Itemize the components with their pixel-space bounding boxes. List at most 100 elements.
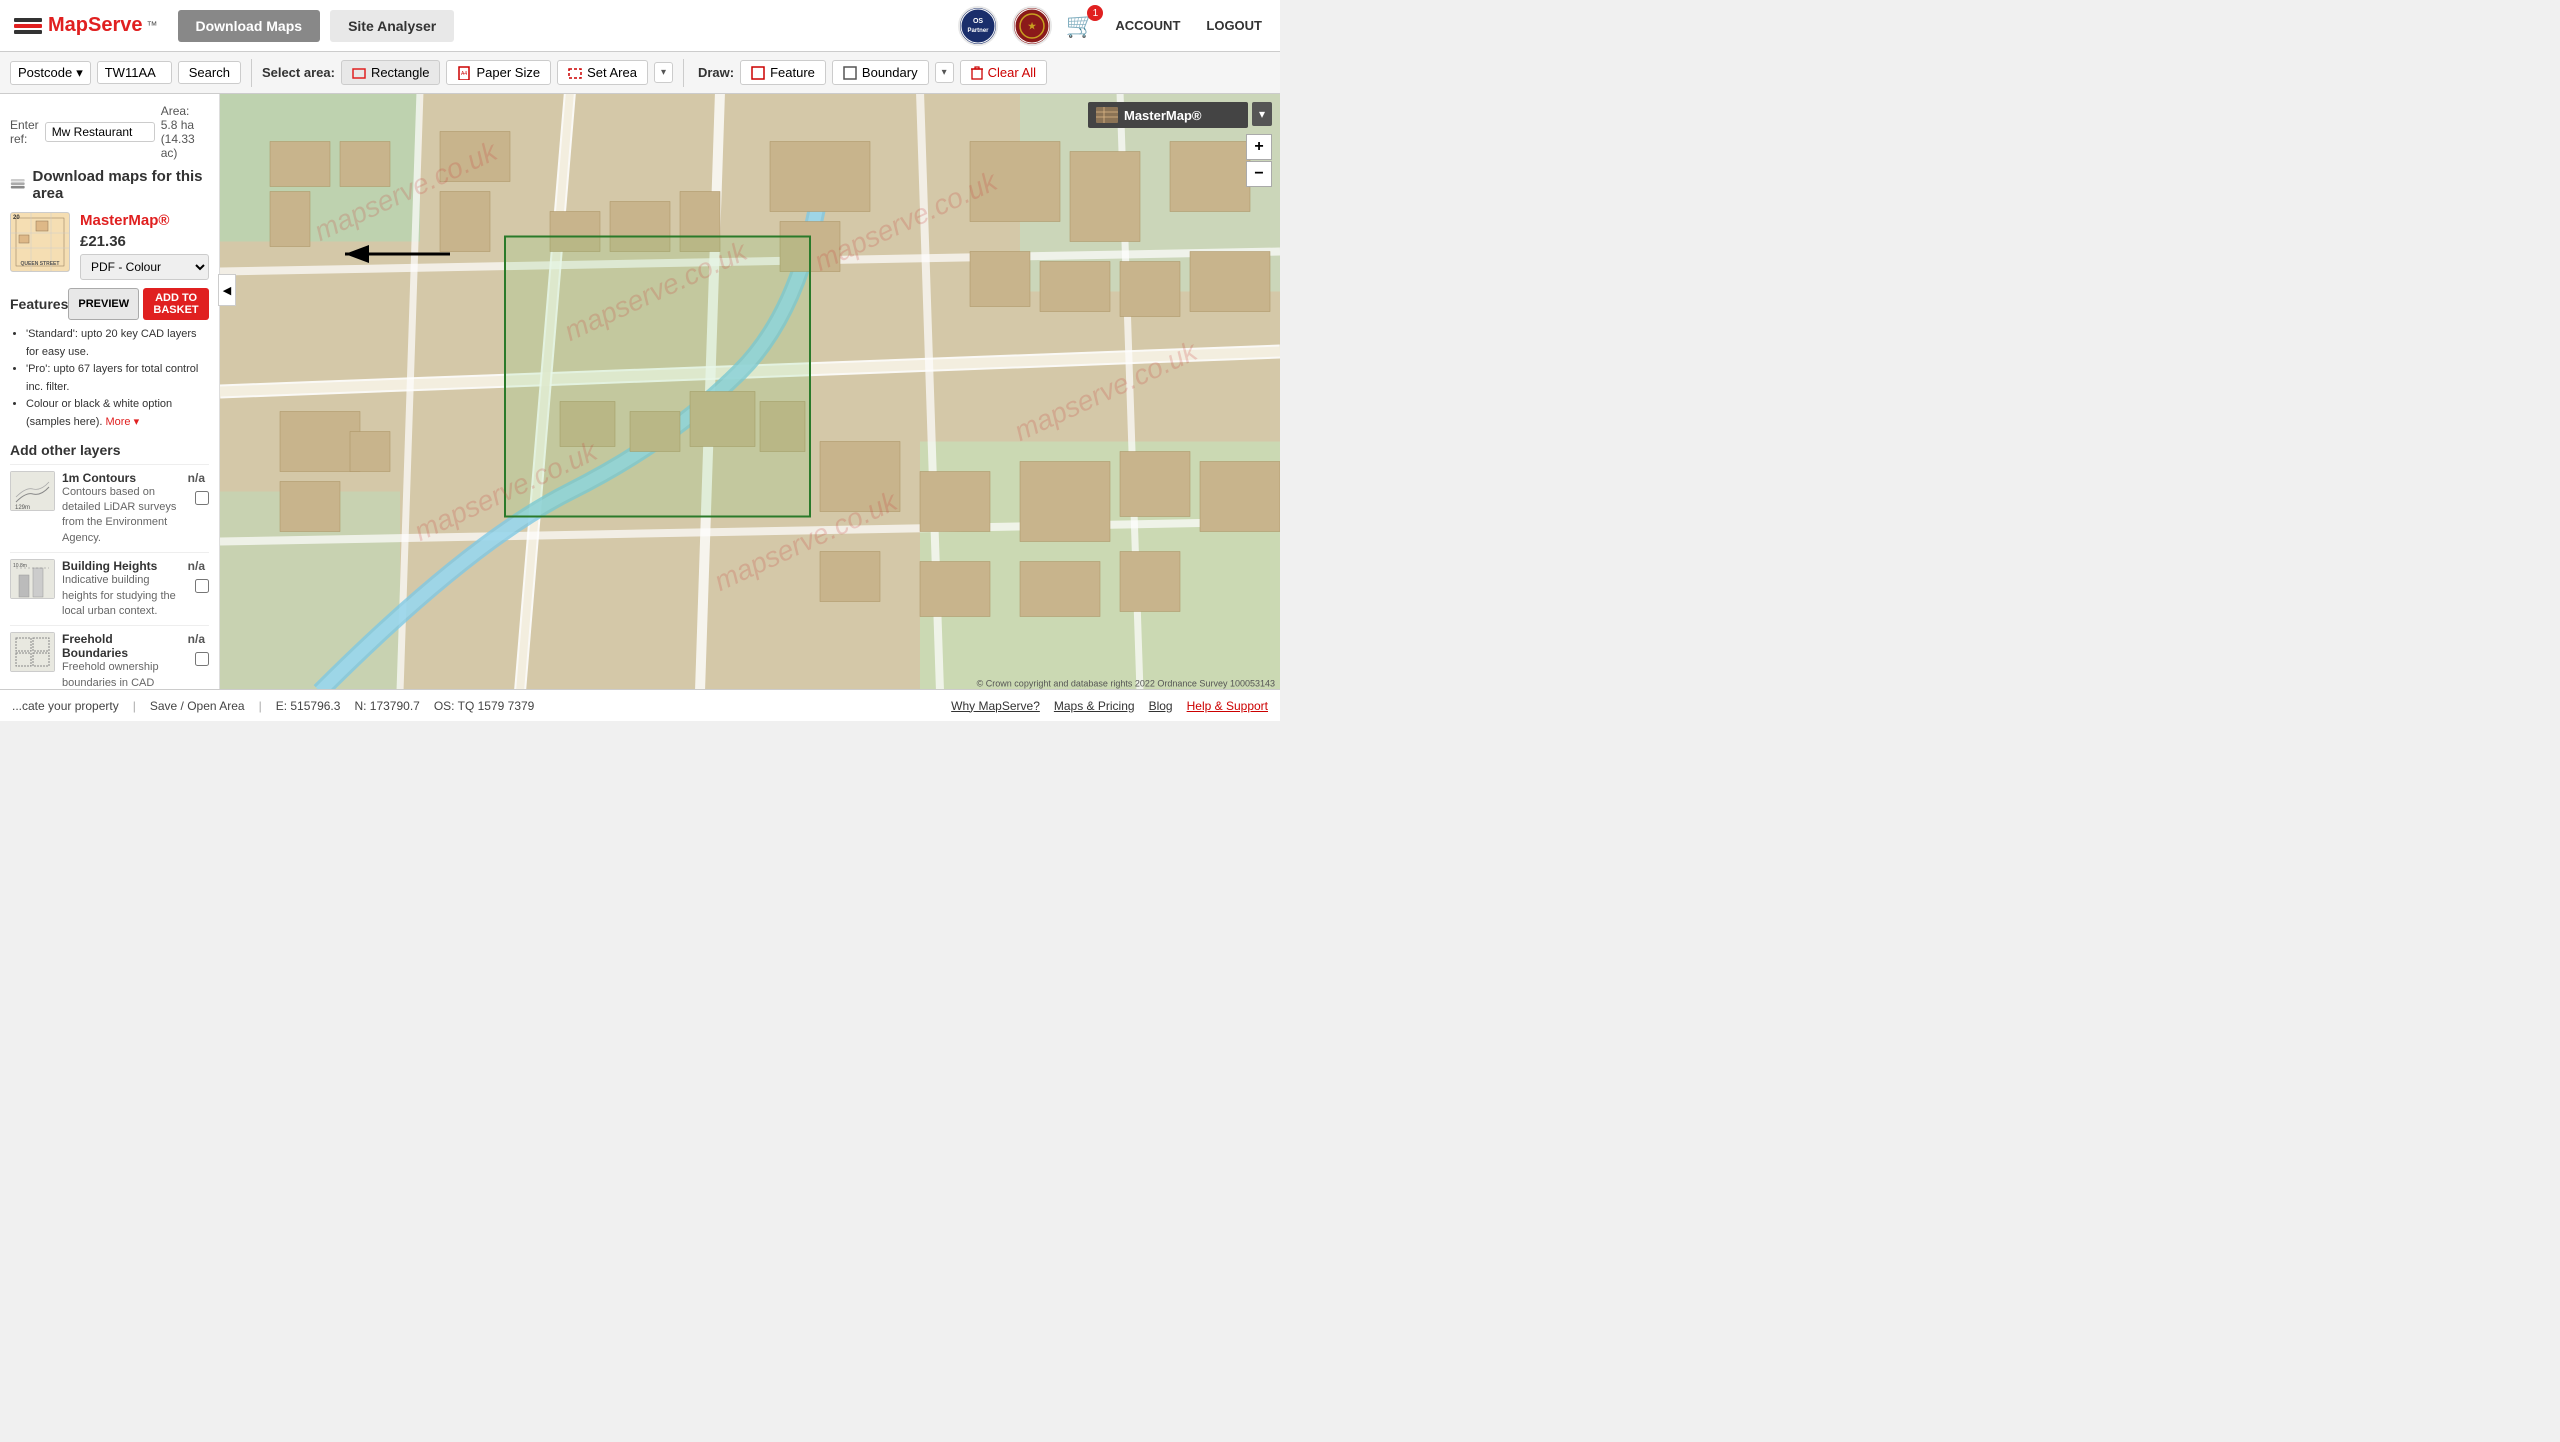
more-chevron-icon: ▾ bbox=[134, 416, 140, 428]
coords-n: N: 173790.7 bbox=[354, 699, 419, 713]
feature-item: 'Standard': upto 20 key CAD layers for e… bbox=[26, 326, 209, 361]
rectangle-icon bbox=[352, 66, 366, 80]
chevron-down-icon: ▾ bbox=[76, 65, 83, 81]
building-heights-thumbnail: 10.8m bbox=[10, 559, 55, 599]
svg-text:10.8m: 10.8m bbox=[13, 563, 27, 569]
layer-name: 1m Contours bbox=[62, 471, 181, 485]
toolbar: Postcode ▾ Search Select area: Rectangle… bbox=[0, 52, 1280, 94]
logo: MapServe™ bbox=[12, 10, 158, 42]
more-link[interactable]: More bbox=[105, 416, 130, 428]
maps-pricing-link[interactable]: Maps & Pricing bbox=[1054, 699, 1135, 713]
seal-badge: ★ bbox=[1012, 6, 1052, 46]
layer-checkbox[interactable] bbox=[195, 652, 209, 666]
header: MapServe™ Download Maps Site Analyser OS… bbox=[0, 0, 1280, 52]
status-bar: ...cate your property | Save / Open Area… bbox=[0, 689, 1280, 721]
help-support-link[interactable]: Help & Support bbox=[1187, 699, 1268, 713]
postcode-dropdown[interactable]: Postcode ▾ bbox=[10, 61, 91, 85]
layer-desc: Freehold ownership boundaries in CAD for… bbox=[62, 660, 181, 689]
svg-text:OS: OS bbox=[972, 18, 982, 25]
ref-label: Enter ref: bbox=[10, 118, 39, 146]
set-area-tool-btn[interactable]: Set Area bbox=[557, 60, 648, 85]
locate-text: ...cate your property bbox=[12, 699, 119, 713]
layer-right: n/a bbox=[188, 632, 209, 666]
other-layers-section: Add other layers 129m 1m Contours Contou… bbox=[10, 442, 209, 689]
basket-count: 1 bbox=[1087, 5, 1103, 21]
features-list: 'Standard': upto 20 key CAD layers for e… bbox=[10, 326, 209, 432]
account-link[interactable]: ACCOUNT bbox=[1109, 14, 1186, 37]
svg-text:★: ★ bbox=[1027, 21, 1036, 31]
layer-checkbox[interactable] bbox=[195, 491, 209, 505]
map-svg: mapserve.co.uk mapserve.co.uk mapserve.c… bbox=[220, 94, 1280, 689]
add-to-basket-btn[interactable]: ADD TO BASKET bbox=[143, 288, 209, 320]
ref-input[interactable] bbox=[45, 122, 155, 142]
layer-price: n/a bbox=[188, 471, 205, 485]
product-name: MasterMap® bbox=[80, 212, 209, 229]
zoom-out-btn[interactable]: − bbox=[1246, 161, 1272, 187]
preview-btn[interactable]: PREVIEW bbox=[68, 288, 139, 320]
layer-info: Freehold Boundaries Freehold ownership b… bbox=[62, 632, 181, 689]
svg-text:129m: 129m bbox=[15, 505, 30, 510]
postcode-input[interactable] bbox=[97, 61, 172, 84]
site-analyser-nav-btn[interactable]: Site Analyser bbox=[330, 10, 454, 42]
rectangle-tool-btn[interactable]: Rectangle bbox=[341, 60, 441, 85]
layer-info: 1m Contours Contours based on detailed L… bbox=[62, 471, 181, 547]
features-title: Features bbox=[10, 296, 68, 312]
layer-right: n/a bbox=[188, 471, 209, 505]
ref-row: Enter ref: Area: 5.8 ha (14.33 ac) bbox=[10, 104, 209, 160]
layer-price: n/a bbox=[188, 632, 205, 646]
blog-link[interactable]: Blog bbox=[1149, 699, 1173, 713]
layer-price: n/a bbox=[188, 559, 205, 573]
layer-name: Building Heights bbox=[62, 559, 181, 573]
set-area-icon bbox=[568, 66, 582, 80]
feature-icon bbox=[751, 66, 765, 80]
logo-icon bbox=[12, 10, 44, 42]
product-info: MasterMap® £21.36 PDF - Colour PDF - Bla… bbox=[80, 212, 209, 280]
layer-checkbox[interactable] bbox=[195, 579, 209, 593]
boundary-tool-btn[interactable]: Boundary bbox=[832, 60, 929, 85]
other-layers-title: Add other layers bbox=[10, 442, 209, 458]
zoom-in-btn[interactable]: + bbox=[1246, 134, 1272, 160]
basket-icon[interactable]: 🛒 1 bbox=[1066, 11, 1096, 40]
set-area-dropdown-btn[interactable]: ▾ bbox=[654, 62, 673, 83]
layer-right: n/a bbox=[188, 559, 209, 593]
panel-collapse-btn[interactable]: ◀ bbox=[218, 274, 236, 306]
svg-text:A4: A4 bbox=[461, 71, 467, 77]
panel-title: Download maps for this area bbox=[10, 168, 209, 202]
layer-desc: Contours based on detailed LiDAR surveys… bbox=[62, 485, 181, 547]
select-area-label: Select area: bbox=[262, 65, 335, 80]
feature-tool-btn[interactable]: Feature bbox=[740, 60, 826, 85]
freehold-boundaries-thumbnail bbox=[10, 632, 55, 672]
features-section: Features PREVIEW ADD TO BASKET 'Standard… bbox=[10, 288, 209, 432]
toolbar-divider-2 bbox=[683, 59, 684, 87]
draw-label: Draw: bbox=[698, 65, 734, 80]
mastermap-thumb-icon bbox=[1096, 107, 1118, 123]
coords-os: OS: TQ 1579 7379 bbox=[434, 699, 535, 713]
feature-item: 'Pro': upto 67 layers for total control … bbox=[26, 361, 209, 396]
logo-text: MapServe bbox=[48, 14, 143, 37]
paper-size-tool-btn[interactable]: A4 Paper Size bbox=[446, 60, 551, 85]
paper-size-icon: A4 bbox=[457, 66, 471, 80]
why-mapserve-link[interactable]: Why MapServe? bbox=[951, 699, 1040, 713]
product-format-select[interactable]: PDF - Colour PDF - Black & White DXF - C… bbox=[80, 254, 209, 280]
download-maps-nav-btn[interactable]: Download Maps bbox=[178, 10, 321, 42]
layer-desc: Indicative building heights for studying… bbox=[62, 573, 181, 619]
map-overlay-dropdown-btn[interactable]: ▾ bbox=[1252, 102, 1272, 126]
zoom-controls: + − bbox=[1246, 134, 1272, 187]
search-button[interactable]: Search bbox=[178, 61, 241, 84]
svg-text:© Crown copyright and database: © Crown copyright and database rights 20… bbox=[977, 679, 1275, 689]
layer-info: Building Heights Indicative building hei… bbox=[62, 559, 181, 619]
area-text: Area: 5.8 ha (14.33 ac) bbox=[161, 104, 209, 160]
map-area: mapserve.co.uk mapserve.co.uk mapserve.c… bbox=[220, 94, 1280, 689]
features-header: Features PREVIEW ADD TO BASKET bbox=[10, 288, 209, 320]
layer-item: Freehold Boundaries Freehold ownership b… bbox=[10, 625, 209, 689]
contours-thumbnail: 129m bbox=[10, 471, 55, 511]
logout-link[interactable]: LOGOUT bbox=[1200, 14, 1268, 37]
boundary-dropdown-btn[interactable]: ▾ bbox=[935, 62, 954, 83]
map-overlay-label: MasterMap® bbox=[1088, 102, 1248, 128]
coords-e: E: 515796.3 bbox=[276, 699, 341, 713]
toolbar-divider bbox=[251, 59, 252, 87]
save-open-area[interactable]: Save / Open Area bbox=[150, 699, 245, 713]
layer-name: Freehold Boundaries bbox=[62, 632, 181, 660]
product-row: QUEEN STREET 20 MasterMap® £21.36 PDF - … bbox=[10, 212, 209, 280]
clear-all-btn[interactable]: Clear All bbox=[960, 60, 1047, 85]
